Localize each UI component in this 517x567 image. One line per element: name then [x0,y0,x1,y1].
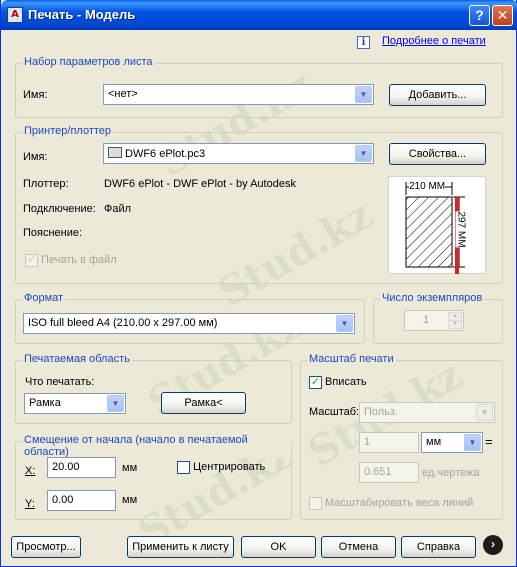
paper-preview: 210 MM 297 MM [388,176,486,274]
scale-value2-input[interactable]: 0.651 [359,462,419,483]
apply-to-layout-button-label: Применить к листу [132,541,229,553]
chevron-down-icon[interactable]: ▼ [355,145,372,162]
printer-name-label: Имя: [23,151,48,163]
scale-value1-input[interactable]: 1 [359,432,419,453]
page-setup-name-label: Имя: [23,89,48,101]
preview-button[interactable]: Просмотр... [11,536,81,558]
preview-height-label: 297 MM [455,211,467,248]
format-combo-value: ISO full bleed A4 (210.00 x 297.00 мм) [28,317,218,329]
fit-to-paper-label: Вписать [325,376,367,388]
apply-to-layout-button[interactable]: Применить к листу [127,536,234,558]
chevron-down-icon[interactable]: ▼ [464,434,481,451]
autocad-icon: A [7,7,23,23]
close-button[interactable]: ✕ [492,5,513,26]
offset-legend: Смещение от начала (начало в печатаемой … [22,434,291,458]
help-button[interactable]: Справка [401,536,476,558]
note-label: Пояснение: [23,227,83,239]
printer-icon [108,147,122,158]
copies-spinner[interactable]: 1 ▲ ▼ [404,310,464,331]
print-to-file-label: Печать в файл [41,254,117,266]
printer-name-value: DWF6 ePlot.pc3 [125,148,206,160]
more-options-button[interactable]: › [483,535,503,555]
plotter-label: Плоттер: [23,178,69,190]
offset-x-input[interactable]: 20.00 [47,457,116,478]
format-legend: Формат [22,292,66,304]
scale-lineweights-label: Масштабировать веса линий [325,497,474,509]
window-pick-button-label: Рамка< [184,397,223,409]
ok-button-label: OK [270,541,287,553]
drawing-units-label: ед.чертежа [422,467,480,479]
what-to-plot-label: Что печатать: [25,376,95,388]
format-combo[interactable]: ISO full bleed A4 (210.00 x 297.00 мм) ▼ [23,313,355,334]
offset-x-label: X: [25,465,36,477]
preview-width-label: 210 MM [409,181,446,192]
chevron-down-icon[interactable]: ▼ [107,395,124,412]
chevron-down-icon[interactable]: ▼ [476,404,493,421]
center-plot-checkbox[interactable] [177,461,190,474]
properties-button-label: Свойства... [408,148,467,160]
printer-combo-value: DWF6 ePlot.pc3 [108,147,205,160]
printer-legend: Принтер/плоттер [22,125,114,137]
window-title: Печать - Модель [28,7,136,22]
add-button-label: Добавить... [408,89,467,101]
fit-to-paper-checkbox[interactable]: ✓ [309,376,322,389]
add-button[interactable]: Добавить... [389,84,486,106]
scale-combo-value: Польз. [364,406,399,418]
properties-button[interactable]: Свойства... [389,143,486,165]
scale-label: Масштаб: [309,406,360,418]
info-icon: i [357,36,370,49]
page-setup-legend: Набор параметров листа [22,56,155,68]
plotter-value: DWF6 ePlot - DWF ePlot - by Autodesk [104,178,296,190]
connection-value: Файл [104,203,132,215]
help-title-button[interactable]: ? [469,5,490,26]
scale-lineweights-checkbox[interactable] [309,497,322,510]
cancel-button-label: Отмена [338,541,379,553]
cancel-button[interactable]: Отмена [321,536,396,558]
connection-label: Подключение: [23,203,96,215]
plot-area-legend: Печатаемая область [22,353,132,365]
scale-combo[interactable]: Польз. ▼ [359,402,495,423]
window-pick-button[interactable]: Рамка< [161,392,246,414]
preview-button-label: Просмотр... [16,541,76,553]
help-button-label: Справка [416,541,461,553]
center-plot-label: Центрировать [193,461,266,473]
copies-legend: Число экземпляров [380,292,485,304]
offset-y-label: Y: [25,498,35,510]
what-to-plot-combo[interactable]: Рамка ▼ [24,393,126,414]
plot-area-group: Печатаемая область [15,353,292,424]
scale-unit-value: мм [426,436,442,448]
equals-sign: = [485,434,493,449]
help-link[interactable]: Подробнее о печати [382,35,486,47]
chevron-down-icon[interactable]: ▼ [355,86,372,103]
printer-combo[interactable]: DWF6 ePlot.pc3 ▼ [103,143,374,164]
offset-y-unit: мм [122,494,138,506]
print-to-file-checkbox[interactable]: ✓ [25,254,38,267]
offset-x-unit: мм [122,462,138,474]
scale-unit-combo[interactable]: мм ▼ [421,432,483,453]
offset-y-input[interactable]: 0.00 [47,490,116,511]
what-to-plot-value: Рамка [29,397,61,409]
print-dialog: Stud.kz Stud.kz Stud.kz Stud.kz Stud.kz … [0,0,517,567]
page-setup-combo-value: <нет> [108,88,138,100]
title-bar[interactable]: A Печать - Модель ? ✕ [1,0,517,30]
chevron-down-icon[interactable]: ▼ [336,315,353,332]
plot-scale-legend: Масштаб печати [307,353,396,365]
page-setup-combo[interactable]: <нет> ▼ [103,84,374,105]
ok-button[interactable]: OK [241,536,316,558]
copies-value: 1 [422,314,430,326]
spinner-down-icon[interactable]: ▼ [448,320,462,329]
